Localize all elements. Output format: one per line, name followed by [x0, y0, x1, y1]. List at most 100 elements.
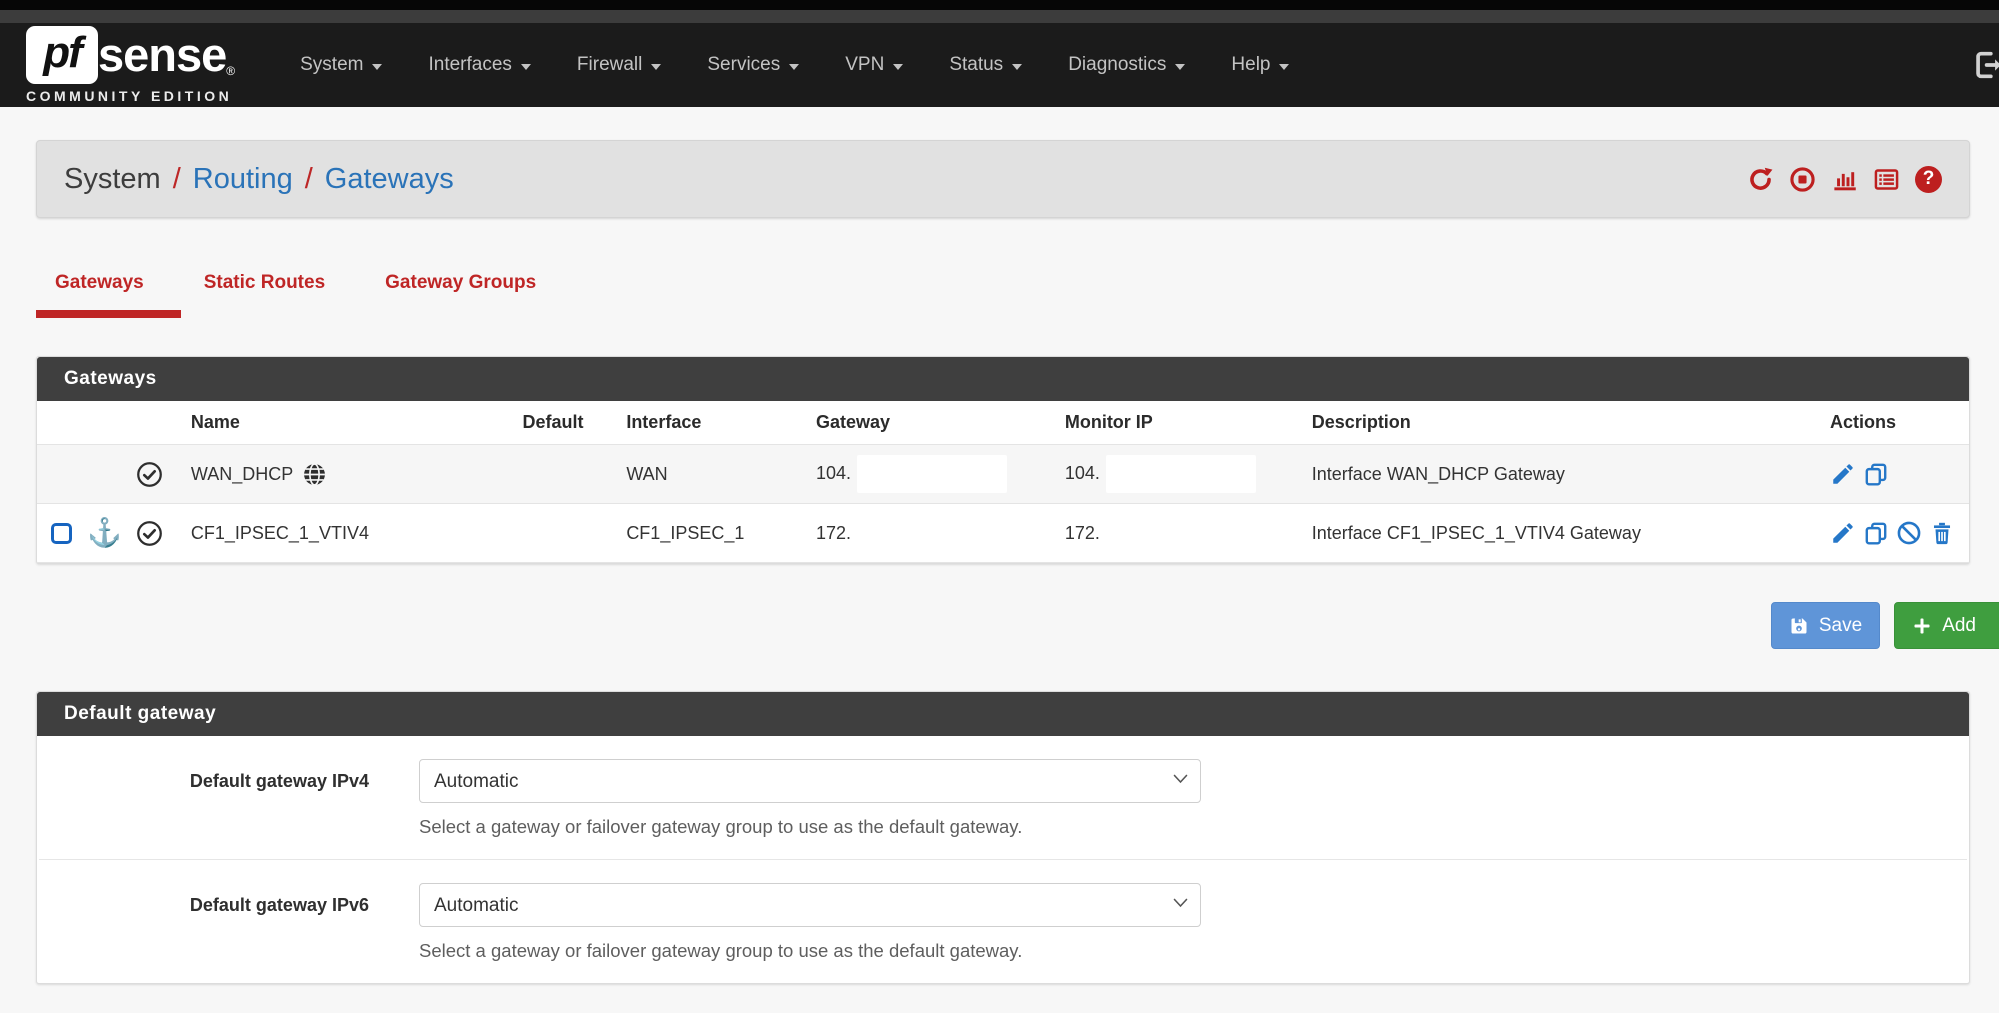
main-menu: System Interfaces Firewall Services VPN … — [277, 23, 1312, 107]
community-edition-label: COMMUNITY EDITION — [26, 88, 235, 104]
interface-cell: CF1_IPSEC_1 — [612, 504, 802, 563]
description-cell: Interface WAN_DHCP Gateway — [1298, 445, 1816, 504]
breadcrumb-separator: / — [305, 163, 313, 196]
menu-interfaces[interactable]: Interfaces — [405, 23, 553, 107]
pfsense-logo-sense: sense — [98, 26, 226, 84]
default-gateway-panel: Default gateway Default gateway IPv4 Aut… — [36, 691, 1970, 984]
chevron-down-icon — [521, 64, 531, 70]
default-gateway-globe-icon — [302, 462, 327, 487]
registered-mark: ® — [226, 64, 235, 78]
monitor-ip: 172. — [1065, 523, 1100, 543]
tab-gateway-groups[interactable]: Gateway Groups — [366, 258, 555, 318]
gateway-name: WAN_DHCP — [191, 464, 293, 485]
chart-icon[interactable] — [1831, 166, 1858, 193]
help-icon[interactable]: ? — [1915, 166, 1942, 193]
table-row: WAN_DHCP — [37, 445, 1969, 504]
sign-out-icon[interactable] — [1971, 48, 1999, 82]
menu-firewall[interactable]: Firewall — [554, 23, 684, 107]
breadcrumb-gateways-link[interactable]: Gateways — [325, 163, 454, 196]
chevron-down-icon — [651, 64, 661, 70]
menu-help-label: Help — [1231, 54, 1270, 76]
breadcrumb-actions: ? — [1747, 166, 1942, 193]
tab-static-routes[interactable]: Static Routes — [185, 258, 344, 318]
edit-icon[interactable] — [1830, 520, 1856, 546]
window-chrome-strip2 — [0, 10, 1999, 23]
delete-icon[interactable] — [1929, 520, 1955, 546]
default-gateway-ipv6-select[interactable]: Automatic — [419, 883, 1201, 927]
pfsense-logo[interactable]: pf sense ® COMMUNITY EDITION — [26, 26, 235, 104]
header-default: Default — [494, 401, 613, 445]
edit-icon[interactable] — [1830, 461, 1856, 487]
menu-status[interactable]: Status — [926, 23, 1045, 107]
menu-diagnostics-label: Diagnostics — [1068, 54, 1166, 76]
pfsense-logo-wordmark: pf sense ® — [26, 26, 235, 84]
menu-diagnostics[interactable]: Diagnostics — [1045, 23, 1208, 107]
disable-icon[interactable] — [1896, 520, 1922, 546]
default-cell — [494, 445, 613, 504]
header-description: Description — [1298, 401, 1816, 445]
breadcrumb-bar: System / Routing / Gateways — [36, 140, 1970, 218]
window-chrome-strip — [0, 0, 1999, 10]
chevron-down-icon — [789, 64, 799, 70]
refresh-icon[interactable] — [1747, 166, 1774, 193]
default-gateway-ipv4-select[interactable]: Automatic — [419, 759, 1201, 803]
menu-system[interactable]: System — [277, 23, 405, 107]
default-gateway-ipv6-help: Select a gateway or failover gateway gro… — [419, 940, 1201, 962]
floppy-disk-icon — [1789, 616, 1809, 636]
menu-services[interactable]: Services — [684, 23, 822, 107]
table-row: ⚓ CF1_IPSEC_1_VTIV4 — [37, 504, 1969, 563]
gateway-enabled-icon — [136, 520, 163, 547]
save-button[interactable]: Save — [1771, 602, 1880, 649]
copy-icon[interactable] — [1863, 520, 1889, 546]
gateways-panel: Gateways Name Default Interface Gateway … — [36, 356, 1970, 564]
chevron-down-icon — [1012, 64, 1022, 70]
default-cell — [494, 504, 613, 563]
gateway-address: 104. — [816, 463, 851, 483]
menu-interfaces-label: Interfaces — [428, 54, 511, 76]
header-monitor-ip: Monitor IP — [1051, 401, 1298, 445]
redacted-value — [857, 455, 1007, 493]
add-button-label: Add — [1942, 615, 1976, 637]
breadcrumb-system: System — [64, 163, 161, 196]
breadcrumb-routing-link[interactable]: Routing — [193, 163, 293, 196]
menu-status-label: Status — [949, 54, 1003, 76]
chevron-down-icon — [372, 64, 382, 70]
anchor-icon[interactable]: ⚓ — [87, 519, 122, 547]
form-row-ipv4: Default gateway IPv4 Automatic Select a … — [39, 736, 1967, 859]
header-gateway: Gateway — [802, 401, 1051, 445]
chevron-down-icon — [1279, 64, 1289, 70]
monitor-ip: 104. — [1065, 463, 1100, 483]
gateways-table: Name Default Interface Gateway Monitor I… — [37, 401, 1969, 563]
menu-vpn[interactable]: VPN — [822, 23, 926, 107]
default-gateway-ipv4-label: Default gateway IPv4 — [39, 759, 369, 838]
menu-system-label: System — [300, 54, 363, 76]
form-row-ipv6: Default gateway IPv6 Automatic Select a … — [39, 859, 1967, 983]
breadcrumb-separator: / — [173, 163, 181, 196]
add-button[interactable]: Add — [1894, 602, 1999, 649]
menu-help[interactable]: Help — [1208, 23, 1312, 107]
save-button-label: Save — [1819, 615, 1862, 637]
header-icons-col — [37, 401, 177, 445]
top-navbar: pf sense ® COMMUNITY EDITION System Inte… — [0, 23, 1999, 107]
button-row: Save Add — [36, 602, 1999, 649]
table-header-row: Name Default Interface Gateway Monitor I… — [37, 401, 1969, 445]
default-gateway-ipv6-label: Default gateway IPv6 — [39, 883, 369, 962]
default-gateway-panel-title: Default gateway — [37, 692, 1969, 736]
gateways-panel-title: Gateways — [37, 357, 1969, 401]
breadcrumb: System / Routing / Gateways — [64, 163, 454, 196]
default-gateway-ipv4-help: Select a gateway or failover gateway gro… — [419, 816, 1201, 838]
stop-icon[interactable] — [1789, 166, 1816, 193]
gateway-enabled-icon — [136, 461, 163, 488]
copy-icon[interactable] — [1863, 461, 1889, 487]
description-cell: Interface CF1_IPSEC_1_VTIV4 Gateway — [1298, 504, 1816, 563]
page-content: System / Routing / Gateways — [0, 140, 1999, 984]
redacted-value — [1106, 455, 1256, 493]
gateway-name: CF1_IPSEC_1_VTIV4 — [191, 523, 369, 544]
header-interface: Interface — [612, 401, 802, 445]
menu-services-label: Services — [707, 54, 780, 76]
list-icon[interactable] — [1873, 166, 1900, 193]
tab-gateways[interactable]: Gateways — [36, 258, 163, 318]
menu-firewall-label: Firewall — [577, 54, 642, 76]
interface-cell: WAN — [612, 445, 802, 504]
square-icon[interactable] — [51, 523, 72, 544]
